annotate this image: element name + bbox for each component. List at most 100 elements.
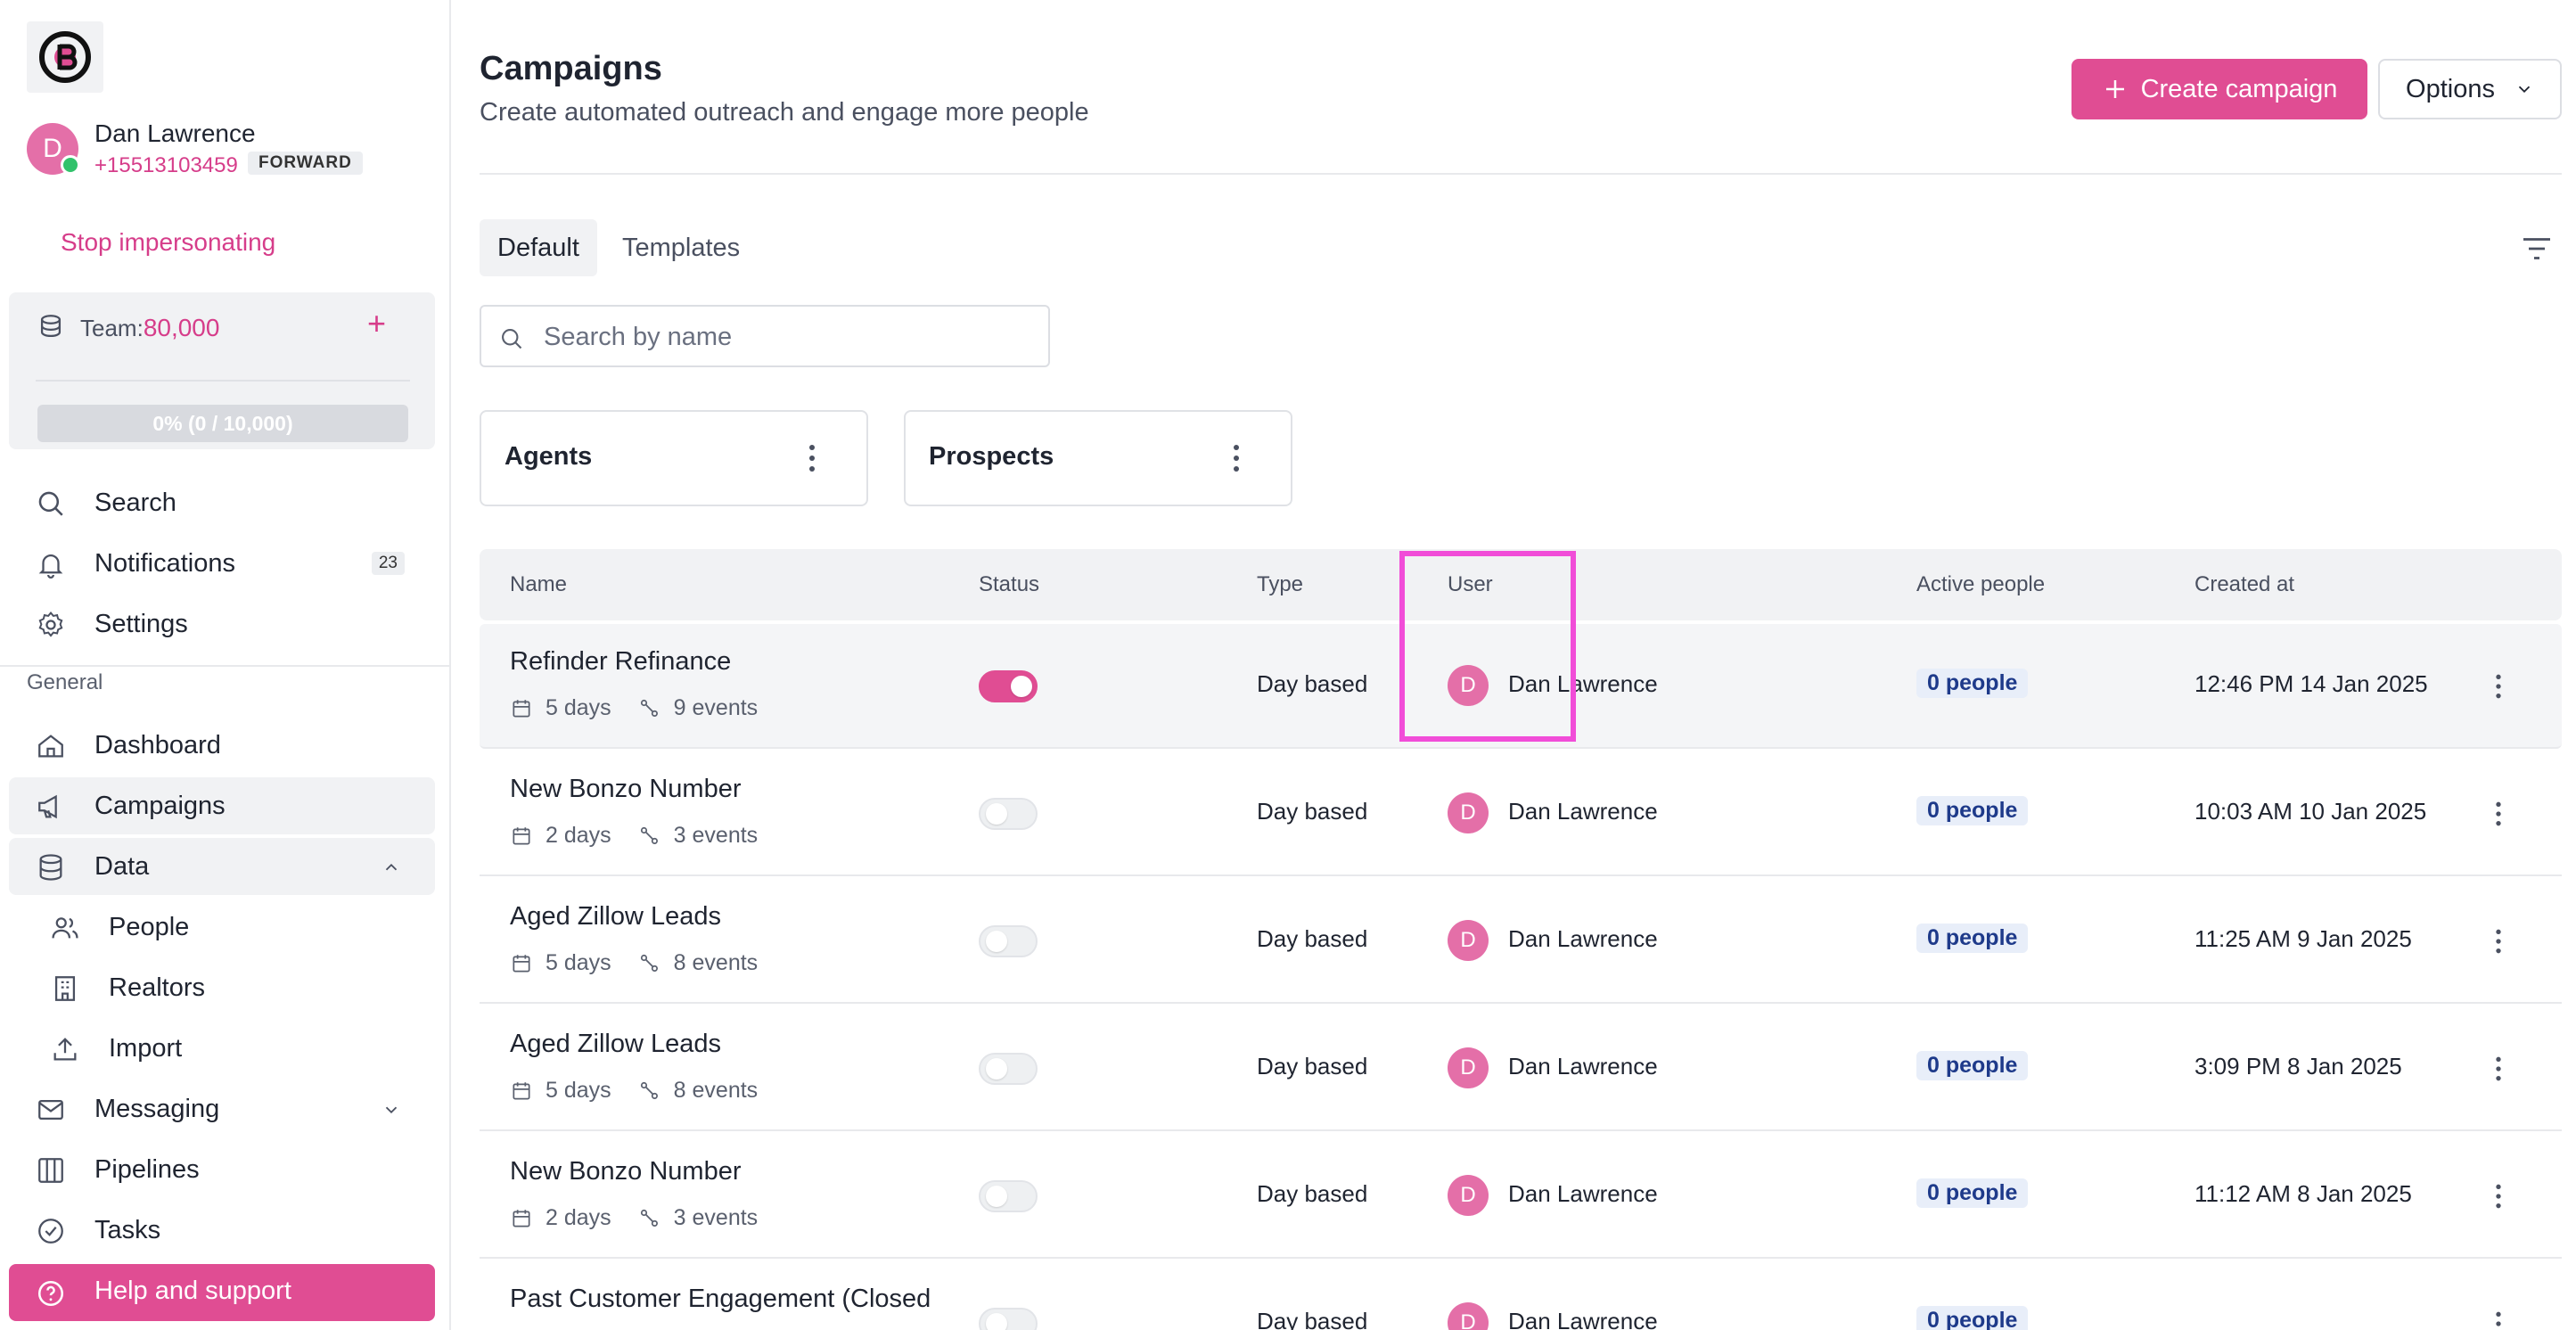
divider: [0, 665, 449, 667]
user-avatar: D: [1448, 920, 1489, 961]
team-label-text: Team:: [80, 315, 144, 341]
table-row[interactable]: New Bonzo Number 2 days 3 events Day bas…: [480, 751, 2562, 876]
forward-badge: FORWARD: [248, 152, 363, 175]
row-kebab-menu-icon[interactable]: [2494, 1309, 2503, 1330]
status-toggle[interactable]: [979, 670, 1038, 702]
row-kebab-menu-icon[interactable]: [2494, 1055, 2503, 1083]
sidebar-item-pipelines[interactable]: Pipelines: [9, 1141, 435, 1198]
status-toggle[interactable]: [979, 1308, 1038, 1330]
main-content: Campaigns Create automated outreach and …: [480, 0, 2565, 1330]
status-toggle[interactable]: [979, 925, 1038, 957]
kebab-menu-icon[interactable]: [1232, 442, 1241, 474]
campaign-name[interactable]: New Bonzo Number: [510, 1157, 742, 1186]
status-toggle[interactable]: [979, 1053, 1038, 1085]
nav-label: Realtors: [109, 973, 205, 1002]
user-profile[interactable]: D Dan Lawrence +15513103459 FORWARD: [27, 119, 446, 182]
columns-icon: [38, 1158, 63, 1183]
row-kebab-menu-icon[interactable]: [2494, 672, 2503, 701]
page-title: Campaigns: [480, 50, 662, 87]
options-dropdown[interactable]: Options: [2378, 59, 2562, 119]
sidebar-item-import[interactable]: Import: [9, 1020, 435, 1077]
kebab-menu-icon[interactable]: [808, 442, 816, 474]
campaign-name[interactable]: Aged Zillow Leads: [510, 1030, 721, 1059]
home-icon: [38, 735, 63, 758]
status-toggle[interactable]: [979, 1180, 1038, 1212]
bell-icon: [38, 554, 63, 579]
filter-icon[interactable]: [2521, 235, 2553, 262]
nav-label: Tasks: [94, 1215, 161, 1244]
folder-card-agents[interactable]: Agents: [480, 410, 868, 506]
nav-search[interactable]: Search: [9, 474, 435, 531]
sidebar-item-realtors[interactable]: Realtors: [9, 959, 435, 1016]
toggle-knob: [986, 1186, 1007, 1207]
profile-phone: +15513103459: [94, 153, 238, 177]
calendar-icon: [513, 1081, 530, 1100]
column-header-created-at[interactable]: Created at: [2195, 572, 2294, 597]
campaign-name[interactable]: Past Customer Engagement (Closed: [510, 1285, 931, 1314]
tab-default[interactable]: Default: [480, 219, 597, 276]
campaign-meta: 5 days 8 events: [510, 950, 784, 976]
column-header-name[interactable]: Name: [510, 572, 567, 597]
sidebar-item-messaging[interactable]: Messaging: [9, 1080, 435, 1137]
sidebar-item-data[interactable]: Data: [9, 838, 435, 895]
user-avatar: D: [1448, 1175, 1489, 1216]
page-subtitle: Create automated outreach and engage mor…: [480, 98, 1089, 127]
app-logo[interactable]: [27, 21, 103, 93]
sidebar-item-campaigns[interactable]: Campaigns: [9, 777, 435, 834]
campaign-name[interactable]: Refinder Refinance: [510, 647, 731, 677]
check-circle-icon: [38, 1219, 63, 1244]
sidebar-item-people[interactable]: People: [9, 899, 435, 956]
user-avatar: D: [1448, 1047, 1489, 1088]
campaign-name[interactable]: New Bonzo Number: [510, 775, 742, 804]
table-row[interactable]: Past Customer Engagement (Closed Day bas…: [480, 1261, 2562, 1330]
row-kebab-menu-icon[interactable]: [2494, 1182, 2503, 1211]
column-header-active-people[interactable]: Active people: [1916, 572, 2045, 597]
campaign-duration: 5 days: [546, 950, 611, 975]
notification-count-badge: 23: [371, 552, 405, 575]
campaign-name[interactable]: Aged Zillow Leads: [510, 902, 721, 932]
table-row[interactable]: Aged Zillow Leads 5 days 8 events Day ba…: [480, 879, 2562, 1004]
nav-settings[interactable]: Settings: [9, 595, 435, 653]
column-header-status[interactable]: Status: [979, 572, 1039, 597]
search-input[interactable]: [544, 316, 1034, 358]
tab-templates[interactable]: Templates: [604, 219, 758, 276]
toggle-knob: [986, 1313, 1007, 1330]
user-name: Dan Lawrence: [1508, 798, 1658, 825]
active-people-badge: 0 people: [1916, 1051, 2029, 1080]
nav-label: People: [109, 912, 190, 941]
divider: [36, 380, 410, 382]
campaign-type: Day based: [1257, 1308, 1368, 1330]
toggle-knob: [986, 931, 1007, 952]
sidebar-item-dashboard[interactable]: Dashboard: [9, 717, 435, 774]
database-icon: [39, 854, 62, 881]
help-and-support-button[interactable]: Help and support: [9, 1264, 435, 1321]
create-campaign-button[interactable]: Create campaign: [2071, 59, 2367, 119]
row-kebab-menu-icon[interactable]: [2494, 800, 2503, 828]
folder-card-prospects[interactable]: Prospects: [904, 410, 1292, 506]
flow-icon: [640, 1081, 658, 1099]
sidebar-item-tasks[interactable]: Tasks: [9, 1202, 435, 1259]
table-row[interactable]: Aged Zillow Leads 5 days 8 events Day ba…: [480, 1006, 2562, 1131]
column-header-type[interactable]: Type: [1257, 572, 1303, 597]
mail-icon: [38, 1099, 63, 1121]
search-field[interactable]: [480, 305, 1050, 367]
campaign-duration: 5 days: [546, 1078, 611, 1103]
nav-label: Pipelines: [94, 1154, 200, 1184]
created-at: 11:25 AM 9 Jan 2025: [2195, 925, 2412, 952]
add-credits-button[interactable]: +: [367, 305, 386, 342]
chevron-down-icon: [2518, 86, 2531, 94]
active-people-badge: 0 people: [1916, 669, 2029, 698]
nav-label: Campaigns: [94, 791, 226, 820]
calendar-icon: [513, 1209, 530, 1227]
section-label-general: General: [27, 670, 103, 694]
table-row[interactable]: New Bonzo Number 2 days 3 events Day bas…: [480, 1134, 2562, 1259]
status-column-highlight: [1399, 551, 1576, 742]
stop-impersonating-link[interactable]: Stop impersonating: [61, 228, 275, 257]
user-name: Dan Lawrence: [1508, 1308, 1658, 1330]
campaign-type: Day based: [1257, 798, 1368, 825]
calendar-icon: [513, 699, 530, 718]
row-kebab-menu-icon[interactable]: [2494, 927, 2503, 956]
team-credit-value: 80,000: [143, 314, 220, 341]
status-toggle[interactable]: [979, 798, 1038, 830]
nav-notifications[interactable]: Notifications 23: [9, 535, 435, 592]
